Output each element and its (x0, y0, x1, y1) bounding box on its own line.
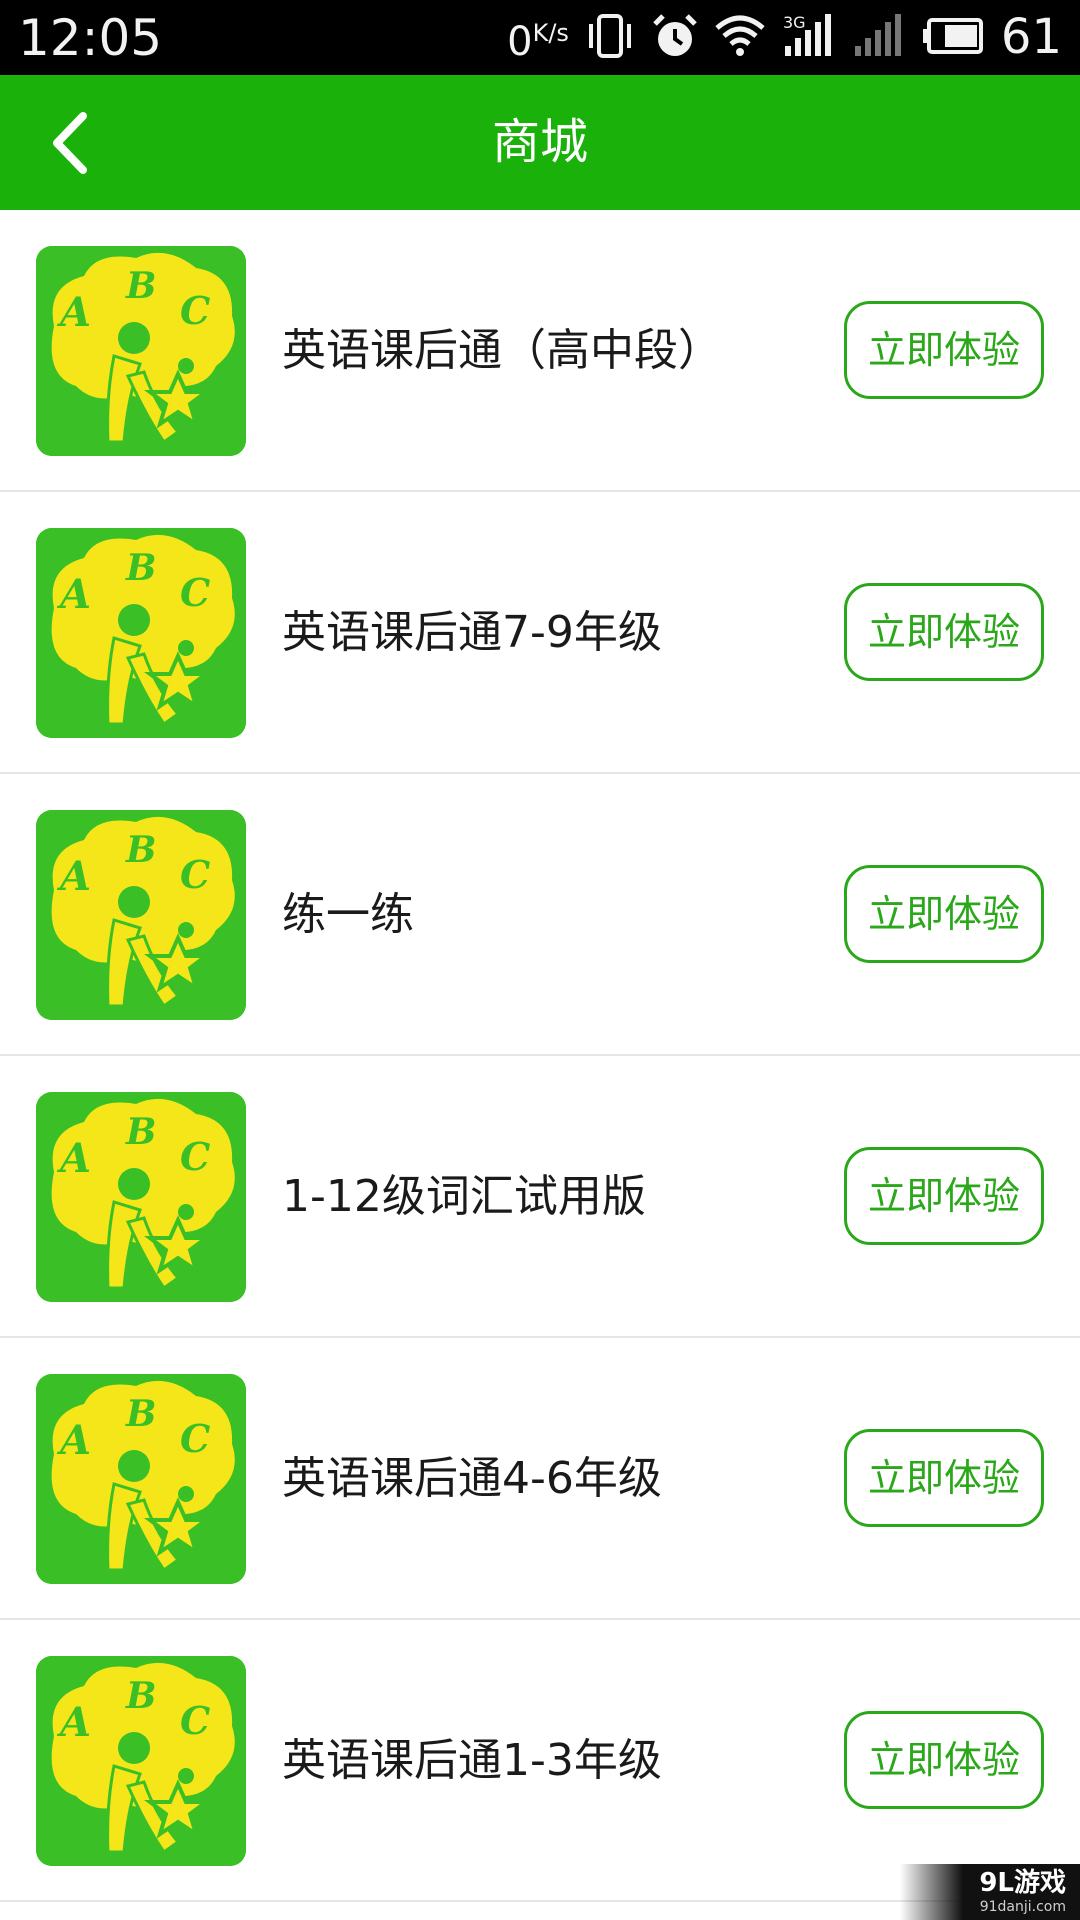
logo-letter-c: C (180, 852, 210, 897)
product-name: 1-12级词汇试用版 (282, 1171, 646, 1222)
abc-tree-logo-icon: A B C (36, 1656, 246, 1866)
abc-tree-logo-icon: A B C (36, 246, 246, 456)
page-title: 商城 (491, 114, 588, 170)
status-bar: 12:05 0K/s 3G 61 (0, 0, 1080, 75)
product-item[interactable]: A B C 英语课后通1-3年级 立即体验 (0, 1620, 1080, 1902)
battery-icon (921, 16, 985, 60)
product-item[interactable]: A B C 英语课后通4-6年级 立即体验 (0, 1338, 1080, 1620)
logo-letter-c: C (180, 1698, 210, 1743)
alarm-icon (651, 12, 699, 64)
status-icons: 0K/s 3G 61 (507, 0, 1062, 75)
logo-letter-a: A (56, 1699, 91, 1746)
vibrate-icon (585, 12, 635, 64)
product-list: A B C 英语课后通（高中段） 立即体验 A B C 英语课后通7-9年级 立… (0, 210, 1080, 1902)
signal-icon (851, 12, 905, 64)
try-now-button[interactable]: 立即体验 (844, 1429, 1044, 1527)
logo-letter-a: A (56, 1135, 91, 1182)
logo-letter-a: A (56, 1417, 91, 1464)
abc-tree-logo-icon: A B C (36, 810, 246, 1020)
net-speed: 0K/s (507, 0, 569, 80)
logo-letter-b: B (125, 265, 156, 307)
watermark-logo: 9L游戏 (979, 1868, 1066, 1898)
try-now-button[interactable]: 立即体验 (844, 865, 1044, 963)
net-speed-value: 0 (507, 18, 533, 65)
try-now-button[interactable]: 立即体验 (844, 583, 1044, 681)
logo-letter-a: A (56, 289, 91, 336)
try-now-button[interactable]: 立即体验 (844, 1711, 1044, 1809)
abc-tree-logo-icon: A B C (36, 1092, 246, 1302)
product-name: 英语课后通4-6年级 (282, 1453, 662, 1504)
product-name: 英语课后通7-9年级 (282, 607, 662, 658)
logo-letter-a: A (56, 571, 91, 618)
watermark: 9L游戏 91danji.com (900, 1864, 1080, 1920)
wifi-icon (715, 14, 765, 62)
net-speed-unit: K/s (532, 18, 569, 47)
signal-3g-icon: 3G (781, 12, 835, 64)
network-type-label: 3G (783, 13, 806, 32)
abc-tree-logo-icon: A B C (36, 528, 246, 738)
logo-letter-c: C (180, 1416, 210, 1461)
battery-percent: 61 (1000, 9, 1062, 65)
logo-letter-b: B (125, 1111, 156, 1153)
logo-letter-b: B (125, 829, 156, 871)
product-item[interactable]: A B C 1-12级词汇试用版 立即体验 (0, 1056, 1080, 1338)
try-now-button[interactable]: 立即体验 (844, 301, 1044, 399)
product-name: 英语课后通1-3年级 (282, 1735, 662, 1786)
logo-letter-b: B (125, 547, 156, 589)
abc-tree-logo-icon: A B C (36, 1374, 246, 1584)
app-header: 商城 (0, 75, 1080, 210)
try-now-button[interactable]: 立即体验 (844, 1147, 1044, 1245)
logo-letter-a: A (56, 853, 91, 900)
product-name: 练一练 (282, 889, 414, 940)
product-item[interactable]: A B C 英语课后通7-9年级 立即体验 (0, 492, 1080, 774)
logo-letter-c: C (180, 1134, 210, 1179)
logo-letter-c: C (180, 288, 210, 333)
logo-letter-b: B (125, 1675, 156, 1717)
logo-letter-c: C (180, 570, 210, 615)
product-item[interactable]: A B C 练一练 立即体验 (0, 774, 1080, 1056)
product-item[interactable]: A B C 英语课后通（高中段） 立即体验 (0, 210, 1080, 492)
status-time: 12:05 (18, 9, 163, 67)
watermark-url: 91danji.com (979, 1899, 1066, 1915)
logo-letter-b: B (125, 1393, 156, 1435)
product-name: 英语课后通（高中段） (282, 325, 722, 376)
